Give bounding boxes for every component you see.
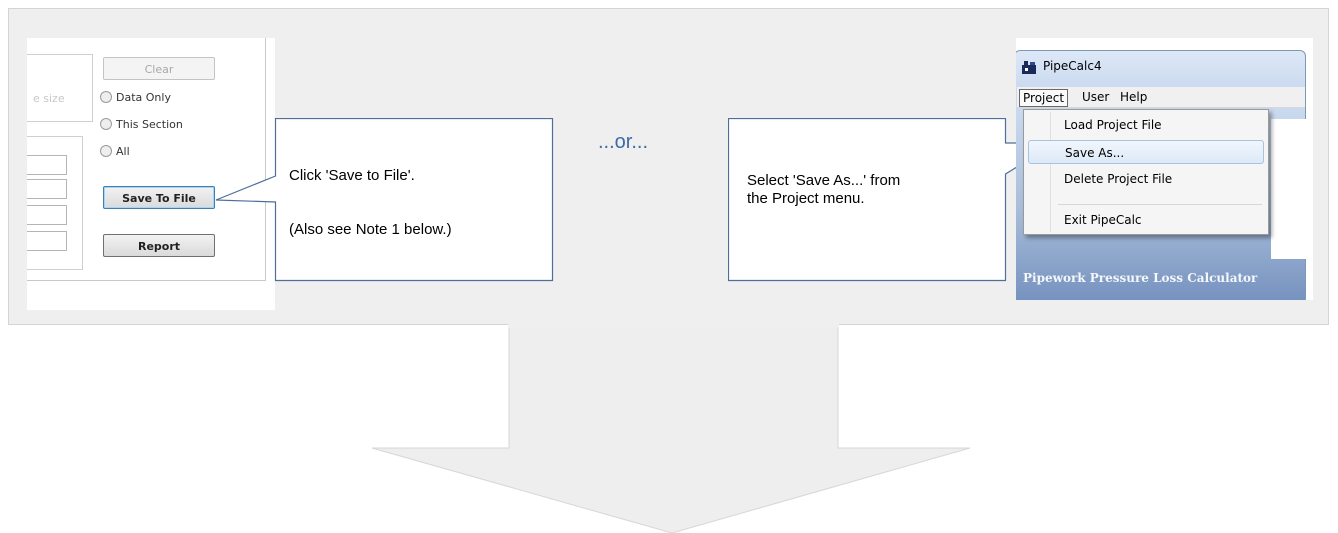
callout-right-line2: the Project menu. bbox=[747, 190, 865, 207]
menu-user[interactable]: User bbox=[1079, 89, 1112, 105]
radio-this-section[interactable]: This Section bbox=[100, 118, 183, 132]
app-subtitle: Pipework Pressure Loss Calculator bbox=[1023, 271, 1258, 285]
size-group bbox=[27, 54, 93, 122]
radio-icon bbox=[100, 145, 112, 157]
menu-item-delete-project-file[interactable]: Delete Project File bbox=[1028, 167, 1264, 191]
radio-all[interactable]: All bbox=[100, 145, 130, 159]
callout-left-shape bbox=[215, 118, 554, 282]
project-dropdown-menu: Load Project File Save As... Delete Proj… bbox=[1023, 109, 1269, 235]
text-field[interactable] bbox=[27, 205, 67, 225]
report-button[interactable]: Report bbox=[103, 234, 215, 257]
content-panel bbox=[1271, 119, 1311, 259]
text-field[interactable] bbox=[27, 179, 67, 199]
radio-icon bbox=[100, 91, 112, 103]
pipecalc-window: PipeCalc4 Project User Help Load Project… bbox=[1016, 50, 1311, 300]
radio-label: This Section bbox=[116, 118, 183, 131]
app-title: PipeCalc4 bbox=[1043, 59, 1102, 73]
clear-button[interactable]: Clear bbox=[103, 57, 215, 80]
radio-label: Data Only bbox=[116, 91, 171, 104]
radio-icon bbox=[100, 118, 112, 130]
fields-frame bbox=[27, 136, 83, 270]
text-field[interactable] bbox=[27, 231, 67, 251]
callout-right-line1: Select 'Save As...' from bbox=[747, 172, 901, 189]
menu-separator bbox=[1058, 204, 1262, 205]
text-field[interactable] bbox=[27, 155, 67, 175]
pipecalc-app-icon bbox=[1022, 61, 1036, 74]
callout-left-line1: Click 'Save to File'. bbox=[289, 167, 415, 184]
project-menu-screenshot: PipeCalc4 Project User Help Load Project… bbox=[1016, 38, 1313, 300]
size-label: e size bbox=[33, 92, 65, 105]
menu-help[interactable]: Help bbox=[1117, 89, 1150, 105]
menu-bar: Project User Help bbox=[1017, 87, 1305, 108]
menu-item-exit-pipecalc[interactable]: Exit PipeCalc bbox=[1028, 208, 1264, 232]
menu-item-save-as[interactable]: Save As... bbox=[1028, 140, 1264, 164]
or-separator: ...or... bbox=[598, 131, 649, 153]
menu-project[interactable]: Project bbox=[1019, 89, 1069, 107]
radio-data-only[interactable]: Data Only bbox=[100, 91, 171, 105]
menu-item-load-project-file[interactable]: Load Project File bbox=[1028, 113, 1264, 137]
radio-label: All bbox=[116, 145, 130, 158]
save-to-file-button[interactable]: Save To File bbox=[103, 186, 215, 209]
callout-left-line2: (Also see Note 1 below.) bbox=[289, 221, 452, 238]
